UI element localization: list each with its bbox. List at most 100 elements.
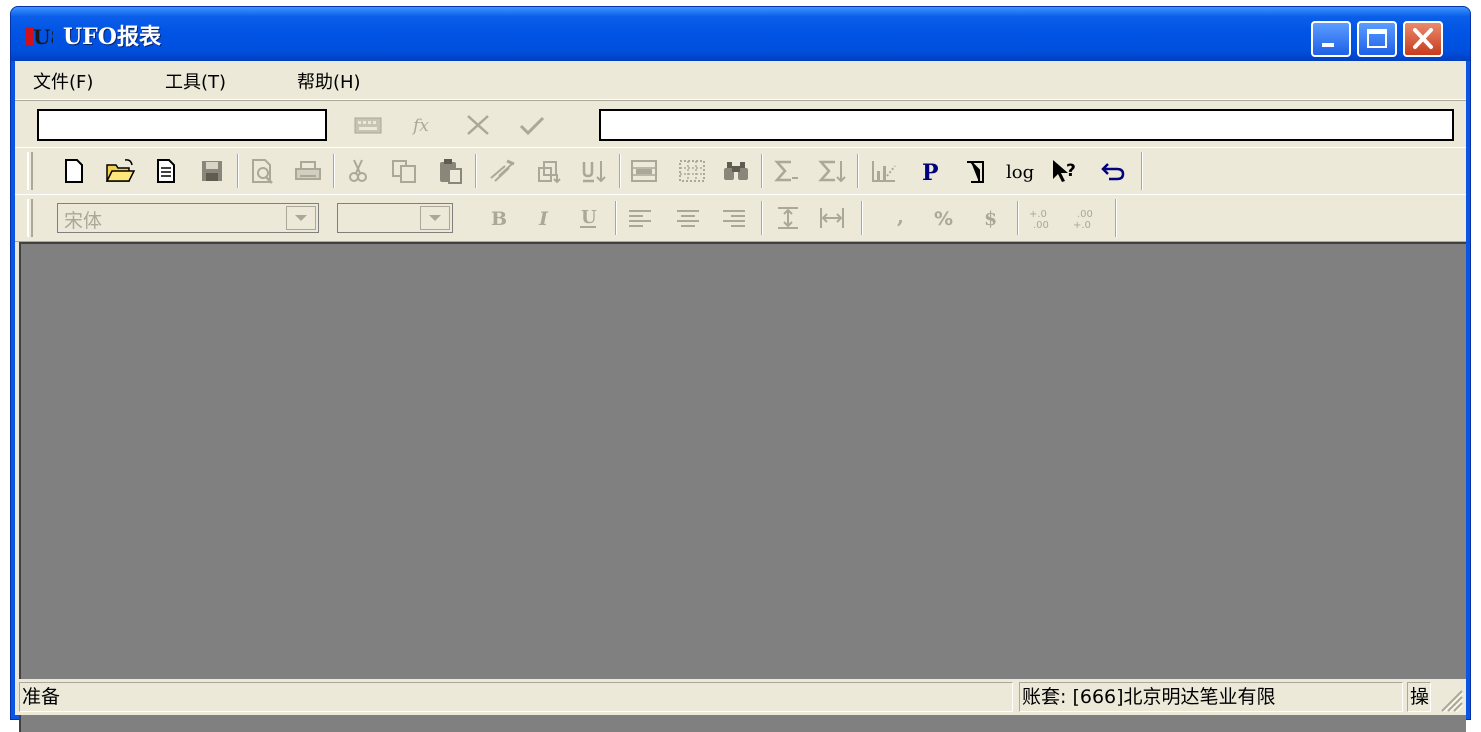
log-icon: log [1006,162,1034,183]
underline-button[interactable]: U [571,201,605,235]
comma-button[interactable]: , [885,201,919,235]
align-right-button[interactable] [717,201,751,235]
svg-text:+.0: +.0 [1029,209,1047,220]
maximize-button[interactable] [1357,21,1397,57]
font-size-select[interactable] [337,203,453,233]
title-bar[interactable]: U8 UFO报表 [11,7,1470,61]
cell-name-field[interactable] [37,109,327,141]
paste-icon [440,159,462,184]
document-icon [157,159,175,183]
grid-icon [679,160,705,182]
report-button[interactable] [959,154,993,188]
undo-button[interactable] [1095,154,1129,188]
client-area: 文件(F) 工具(T) 帮助(H) fx P log ? 宋体 B I U , … [15,61,1466,732]
keyboard-icon[interactable] [351,110,385,140]
increase-decimal-button[interactable]: +.0.00 [1027,201,1061,235]
italic-button[interactable]: I [527,201,561,235]
toolbar-separator [619,154,621,188]
open-button[interactable] [103,154,137,188]
find-button[interactable] [719,154,753,188]
report-workspace[interactable] [19,242,1466,732]
edit-bar: fx [15,100,1466,147]
log-button[interactable]: log [1005,154,1039,188]
menu-help[interactable]: 帮助(H) [291,68,367,94]
save-button[interactable] [195,154,229,188]
print-preview-button[interactable] [245,154,279,188]
resize-grip-icon[interactable] [1434,683,1464,713]
app-logo-icon: U8 [25,25,53,47]
align-center-icon [677,210,699,227]
format-painter-button[interactable] [485,154,519,188]
align-left-icon [629,210,651,227]
new-file-button[interactable] [57,154,91,188]
bold-button[interactable]: B [481,201,515,235]
minimize-button[interactable] [1311,21,1351,57]
decrease-decimal-button[interactable]: .00 +.0 [1071,201,1105,235]
menu-bar: 文件(F) 工具(T) 帮助(H) [15,61,1466,100]
currency-button[interactable]: $ [975,201,1009,235]
menu-tools[interactable]: 工具(T) [159,68,232,94]
comma-icon: , [897,204,904,228]
svg-text:U8: U8 [33,25,53,47]
chevron-down-icon [429,215,441,221]
format-toolbar: 宋体 B I U , % $ +.0 .00 .00 +.0 [15,194,1466,242]
accept-icon[interactable] [515,110,549,140]
percent-button[interactable]: % [929,201,963,235]
align-center-button[interactable] [671,201,705,235]
chevron-down-icon [295,215,307,221]
report-icon [967,161,984,183]
toolbar-grip[interactable] [27,199,33,237]
toolbar-separator [857,154,859,188]
toolbar-separator [333,154,335,188]
p-button[interactable]: P [913,154,947,188]
print-button[interactable] [291,154,325,188]
toolbar-grip[interactable] [27,152,33,190]
function-icon[interactable]: fx [407,110,441,140]
menu-file[interactable]: 文件(F) [27,68,99,94]
font-name-dropdown-button[interactable] [286,206,316,230]
row-height-button[interactable] [771,201,805,235]
svg-text:,: , [897,204,904,228]
close-button[interactable] [1403,21,1443,57]
minimize-icon [1322,43,1334,47]
cancel-icon[interactable] [461,110,495,140]
merge-cells-button[interactable] [627,154,661,188]
copy-button[interactable] [387,154,421,188]
svg-text:B: B [491,208,507,230]
undo-icon [1101,163,1125,181]
open-folder-icon [105,159,136,182]
toolbar-separator [615,201,617,235]
chart-button[interactable] [867,154,901,188]
help-pointer-icon: ? [1053,160,1076,182]
increase-decimal-icon: +.0.00 [1029,209,1049,231]
help-pointer-button[interactable]: ? [1049,154,1083,188]
align-left-button[interactable] [623,201,657,235]
paste-button[interactable] [433,154,467,188]
column-width-button[interactable] [815,201,849,235]
chart-icon [872,161,896,182]
format-painter-icon [490,159,515,182]
svg-text:.00: .00 [1077,209,1093,220]
font-size-dropdown-button[interactable] [420,206,450,230]
grid-button[interactable] [675,154,709,188]
formula-field[interactable] [599,109,1454,141]
new-file-icon [65,159,83,183]
status-extra: 操 [1407,682,1431,712]
svg-text:.00: .00 [1033,220,1049,231]
toolbar-end [1115,199,1117,237]
percent-icon: % [934,208,953,230]
font-name-select[interactable]: 宋体 [57,203,319,233]
svg-text:I: I [538,208,549,230]
toolbar-separator [1017,201,1019,235]
sum-down-icon [818,160,846,183]
sum-button[interactable] [769,154,803,188]
print-preview-icon [252,159,273,184]
toolbar-separator [237,154,239,188]
insert-row-button[interactable] [531,154,565,188]
document-button[interactable] [149,154,183,188]
cut-button[interactable] [341,154,375,188]
sum-down-button[interactable] [815,154,849,188]
sort-button[interactable] [577,154,611,188]
find-icon [724,162,748,180]
svg-text:+.0: +.0 [1073,220,1091,231]
